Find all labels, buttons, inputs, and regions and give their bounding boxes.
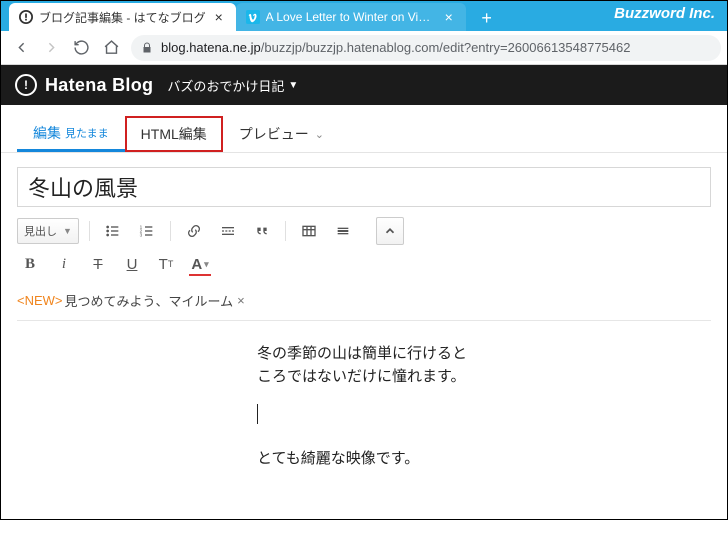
blockquote-icon[interactable] (249, 218, 275, 244)
content-cursor-line (257, 404, 481, 432)
editor-toolbar-row2: B i T U TT A▾ (1, 251, 727, 287)
heading-select[interactable]: 見出し ▼ (17, 218, 79, 244)
bullet-list-icon[interactable] (100, 218, 126, 244)
tag-row: <NEW> 見つめてみよう、マイルーム × (1, 287, 727, 320)
content-paragraph: とても綺麗な映像です。 (257, 448, 481, 471)
chevron-down-icon: ⌄ (315, 128, 324, 141)
link-icon[interactable] (181, 218, 207, 244)
font-size-button[interactable]: TT (153, 251, 179, 277)
table-icon[interactable] (296, 218, 322, 244)
hatena-favicon (19, 10, 33, 24)
editor-content[interactable]: 冬の季節の山は簡単に行けるところではないだけに憧れます。 とても綺麗な映像です。 (17, 320, 711, 540)
close-icon[interactable]: × (212, 10, 226, 24)
italic-button[interactable]: i (51, 251, 77, 277)
blog-name: バズのおでかけ日記 (167, 76, 284, 95)
browser-tabstrip: ブログ記事編集 - はてなブログ × A Love Letter to Wint… (1, 1, 727, 31)
branding-text: Buzzword Inc. (614, 5, 715, 22)
tab-edit[interactable]: 編集 見たまま (17, 116, 125, 152)
address-bar[interactable]: blog.hatena.ne.jp/buzzjp/buzzjp.hatenabl… (131, 35, 721, 61)
chevron-down-icon: ▼ (63, 226, 72, 236)
site-header: ! Hatena Blog バズのおでかけ日記 ▼ (1, 65, 727, 105)
home-button[interactable] (97, 34, 125, 62)
browser-tab-2[interactable]: A Love Letter to Winter on Vimeo × (236, 3, 466, 31)
tag-chip[interactable]: <NEW> 見つめてみよう、マイルーム × (17, 291, 245, 310)
reload-button[interactable] (67, 34, 95, 62)
read-more-icon[interactable] (215, 218, 241, 244)
vimeo-favicon (246, 10, 260, 24)
svg-text:3: 3 (140, 232, 143, 237)
remove-tag-icon[interactable]: × (237, 293, 245, 308)
tab-title: ブログ記事編集 - はてなブログ (39, 9, 206, 26)
tag-new-badge: <NEW> (17, 293, 63, 308)
separator (170, 221, 171, 241)
browser-tab-1[interactable]: ブログ記事編集 - はてなブログ × (9, 3, 236, 31)
lock-icon (141, 42, 153, 54)
separator (285, 221, 286, 241)
tag-text: 見つめてみよう、マイルーム (65, 291, 234, 310)
separator (89, 221, 90, 241)
back-button[interactable] (7, 34, 35, 62)
url-host: blog.hatena.ne.jp (161, 40, 261, 55)
content-paragraph: 冬の季節の山は簡単に行けるところではないだけに憧れます。 (257, 343, 481, 388)
strikethrough-button[interactable]: T (85, 251, 111, 277)
bold-button[interactable]: B (17, 251, 43, 277)
browser-toolbar: blog.hatena.ne.jp/buzzjp/buzzjp.hatenabl… (1, 31, 727, 65)
post-title-input[interactable] (17, 167, 711, 207)
tab-html-edit[interactable]: HTML編集 (125, 116, 223, 152)
chevron-down-icon: ▼ (288, 80, 298, 91)
site-logo-text: Hatena Blog (45, 75, 153, 96)
hr-icon[interactable] (330, 218, 356, 244)
tab-preview[interactable]: プレビュー ⌄ (223, 116, 340, 152)
collapse-toolbar-button[interactable] (376, 217, 404, 245)
numbered-list-icon[interactable]: 123 (134, 218, 160, 244)
close-icon[interactable]: × (442, 10, 456, 24)
new-tab-button[interactable]: + (474, 5, 500, 31)
editor-toolbar: 見出し ▼ 123 (1, 207, 727, 251)
tab-title: A Love Letter to Winter on Vimeo (266, 10, 436, 24)
site-logo[interactable]: ! Hatena Blog (15, 74, 153, 96)
text-color-button[interactable]: A▾ (187, 251, 213, 277)
editor-mode-tabs: 編集 見たまま HTML編集 プレビュー ⌄ (1, 115, 727, 153)
blog-selector[interactable]: バズのおでかけ日記 ▼ (167, 76, 298, 95)
forward-button[interactable] (37, 34, 65, 62)
underline-button[interactable]: U (119, 251, 145, 277)
url-path: /buzzjp/buzzjp.hatenablog.com/edit?entry… (261, 40, 631, 55)
hatena-logo-icon: ! (15, 74, 37, 96)
